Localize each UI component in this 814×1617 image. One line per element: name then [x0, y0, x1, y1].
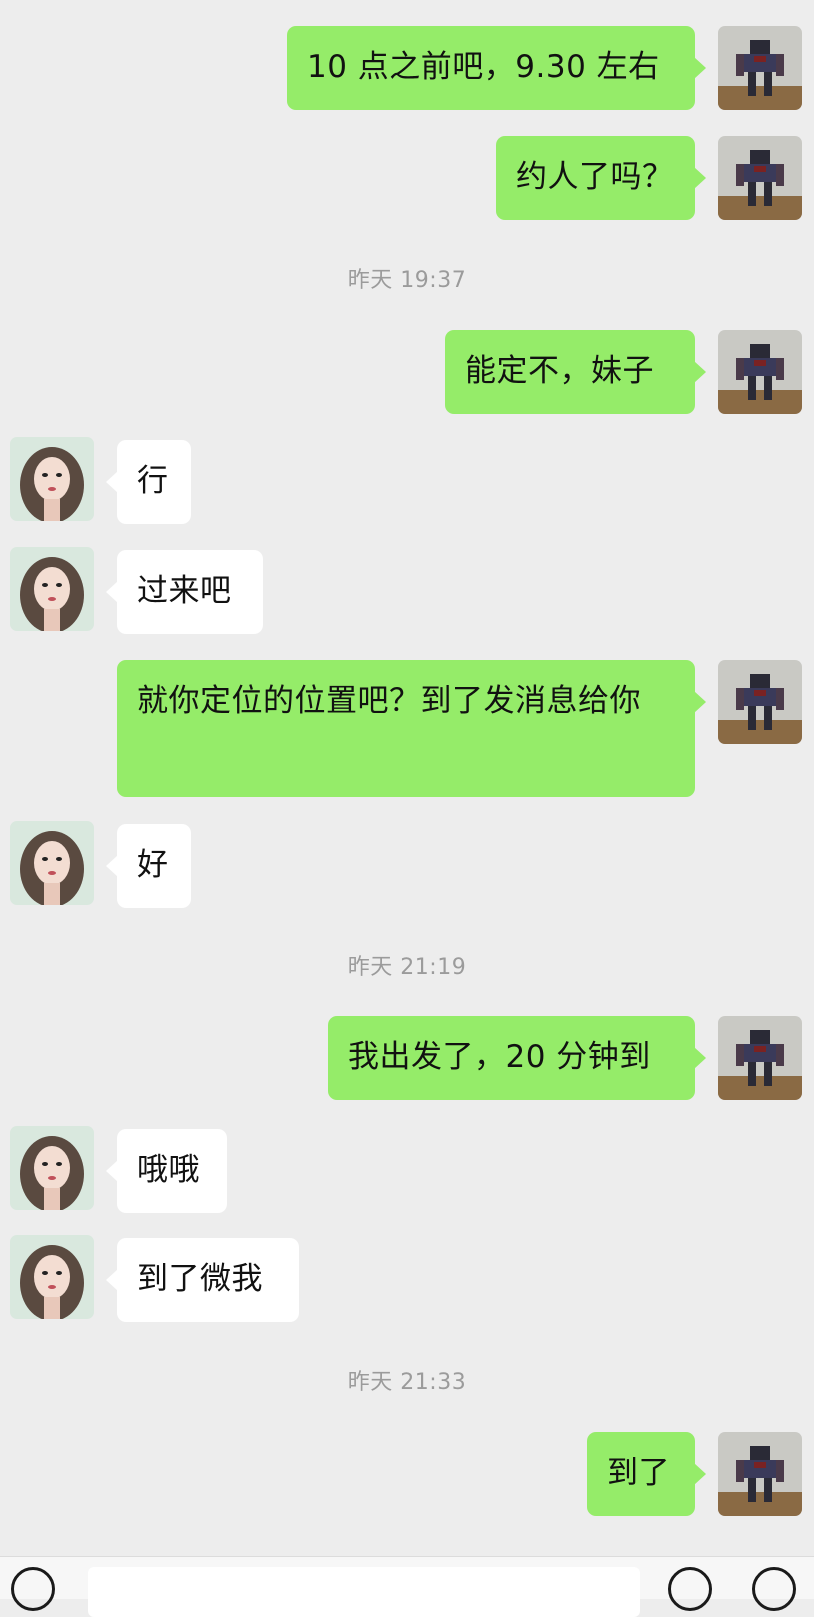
their-message-bubble[interactable]: 好	[106, 824, 191, 908]
girl-avatar-icon[interactable]	[10, 547, 94, 631]
their-message-bubble[interactable]: 到了微我	[106, 1238, 299, 1322]
robot-avatar-icon[interactable]	[718, 1432, 802, 1516]
girl-avatar-icon[interactable]	[10, 1126, 94, 1210]
voice-icon[interactable]	[11, 1567, 55, 1611]
my-message-bubble[interactable]: 到了	[587, 1432, 706, 1516]
my-message-bubble[interactable]: 约人了吗？	[496, 136, 706, 220]
timestamp: 昨天 21:19	[347, 955, 467, 980]
plus-icon[interactable]	[752, 1567, 796, 1611]
my-message-bubble[interactable]: 10 点之前吧，9.30 左右	[287, 26, 706, 110]
robot-avatar-icon[interactable]	[718, 660, 802, 744]
emoji-icon[interactable]	[668, 1567, 712, 1611]
robot-avatar-icon[interactable]	[718, 136, 802, 220]
robot-avatar-icon[interactable]	[718, 26, 802, 110]
chat-message-list[interactable]: 10 点之前吧，9.30 左右 约人了吗？ 昨天 19:37 能定不，妹子 行 …	[0, 0, 814, 1598]
their-message-bubble[interactable]: 行	[106, 440, 191, 524]
robot-avatar-icon[interactable]	[718, 330, 802, 414]
their-message-bubble[interactable]: 哦哦	[106, 1129, 227, 1213]
timestamp: 昨天 21:33	[347, 1370, 467, 1395]
timestamp: 昨天 19:37	[347, 268, 467, 293]
input-bar	[0, 1556, 814, 1617]
their-message-bubble[interactable]: 过来吧	[106, 550, 263, 634]
my-message-bubble[interactable]: 能定不，妹子	[445, 330, 706, 414]
message-input[interactable]	[88, 1567, 640, 1617]
girl-avatar-icon[interactable]	[10, 437, 94, 521]
robot-avatar-icon[interactable]	[718, 1016, 802, 1100]
girl-avatar-icon[interactable]	[10, 821, 94, 905]
my-message-bubble[interactable]: 就你定位的位置吧？到了发消息给你	[117, 660, 706, 797]
girl-avatar-icon[interactable]	[10, 1235, 94, 1319]
my-message-bubble[interactable]: 我出发了，20 分钟到	[328, 1016, 706, 1100]
